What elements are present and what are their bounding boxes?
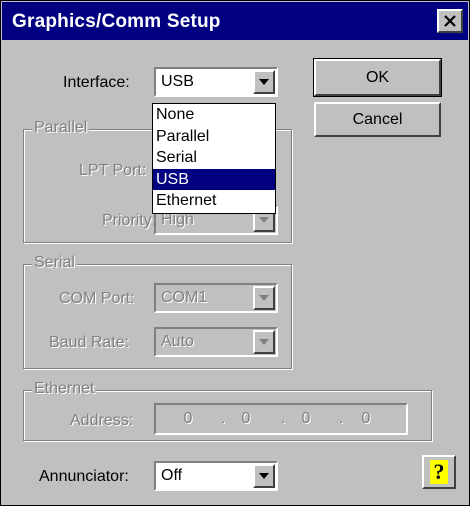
ip-octet-3: 0	[301, 410, 311, 427]
setup-dialog: Graphics/Comm Setup Interface: USB OK Ca…	[0, 0, 470, 506]
com-port-dropdown-button[interactable]	[253, 286, 275, 310]
ip-octet-2: 0	[241, 410, 251, 427]
interface-dropdown-button[interactable]	[253, 70, 275, 94]
baud-rate-select[interactable]: Auto	[154, 327, 278, 357]
title-bar: Graphics/Comm Setup	[2, 2, 468, 40]
cancel-button[interactable]: Cancel	[314, 102, 441, 137]
close-button[interactable]	[437, 9, 463, 33]
interface-label: Interface:	[63, 74, 130, 91]
baud-rate-dropdown-button[interactable]	[253, 330, 275, 354]
interface-option-ethernet[interactable]: Ethernet	[153, 190, 275, 212]
close-icon	[444, 15, 456, 27]
baud-rate-value: Auto	[161, 333, 194, 350]
chevron-down-icon	[259, 217, 269, 223]
chevron-down-icon	[259, 473, 269, 479]
chevron-down-icon	[259, 79, 269, 85]
ip-octet-1: 0	[183, 410, 193, 427]
ok-button[interactable]: OK	[313, 58, 442, 97]
annunciator-value: Off	[161, 467, 183, 484]
ip-address-field[interactable]: 0 . 0 . 0 . 0	[154, 403, 408, 435]
window-title: Graphics/Comm Setup	[12, 11, 221, 32]
interface-option-none[interactable]: None	[153, 104, 275, 126]
serial-legend: Serial	[32, 254, 77, 272]
interface-option-serial[interactable]: Serial	[153, 147, 275, 169]
chevron-down-icon	[259, 339, 269, 345]
com-port-select[interactable]: COM1	[154, 283, 278, 313]
com-port-value: COM1	[161, 289, 208, 306]
interface-select[interactable]: USB	[154, 67, 278, 97]
address-label: Address:	[70, 412, 134, 429]
ok-label: OK	[365, 68, 390, 86]
com-port-label: COM Port:	[59, 290, 135, 307]
chevron-down-icon	[259, 295, 269, 301]
ip-octet-4: 0	[361, 410, 371, 427]
baud-rate-label: Baud Rate:	[49, 334, 130, 351]
annunciator-label: Annunciator:	[39, 468, 129, 485]
cancel-label: Cancel	[352, 110, 403, 128]
annunciator-dropdown-button[interactable]	[253, 464, 275, 488]
ip-separator: .	[221, 410, 226, 427]
help-button[interactable]: ?	[422, 455, 456, 489]
interface-value: USB	[161, 73, 194, 90]
interface-option-usb[interactable]: USB	[153, 168, 275, 190]
lpt-port-label: LPT Port:	[79, 162, 147, 179]
svg-text:?: ?	[434, 459, 445, 484]
ethernet-legend: Ethernet	[32, 380, 97, 398]
priority-label: Priority:	[102, 212, 157, 229]
ip-separator: .	[339, 410, 344, 427]
interface-options-list: None Parallel Serial USB Ethernet	[152, 103, 276, 214]
parallel-legend: Parallel	[32, 119, 90, 137]
interface-option-parallel[interactable]: Parallel	[153, 126, 275, 148]
ip-separator: .	[281, 410, 286, 427]
help-icon: ?	[430, 459, 448, 484]
annunciator-select[interactable]: Off	[154, 461, 278, 491]
